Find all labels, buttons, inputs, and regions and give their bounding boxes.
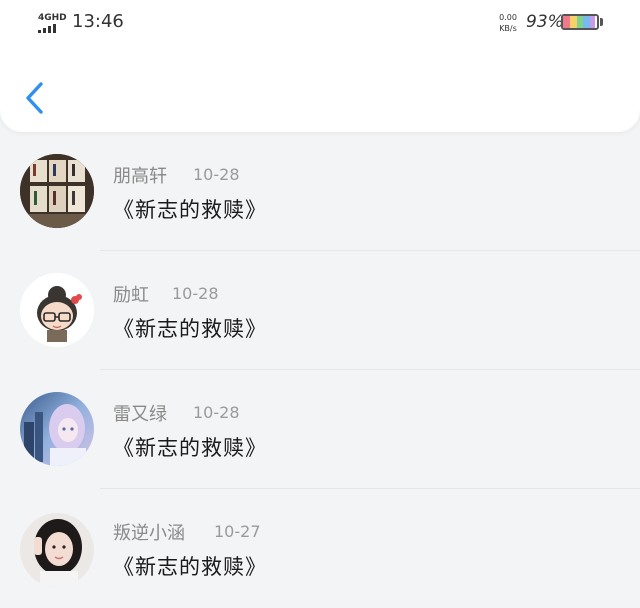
- anime-girl-avatar-image: [20, 392, 94, 466]
- back-button[interactable]: [22, 80, 50, 116]
- commenter-name[interactable]: 叛逆小涵: [113, 519, 185, 545]
- speed-value: 0.00: [499, 13, 517, 22]
- signal-icon: [38, 23, 68, 33]
- clock: 13:46: [72, 11, 124, 32]
- avatar[interactable]: [20, 154, 94, 228]
- comment-date: 10-27: [214, 522, 261, 541]
- comment-text: 《新志的救赎》: [113, 436, 267, 460]
- avatar[interactable]: [20, 513, 94, 587]
- status-bar: 4GHD 13:46 0.00 KB/s 93%: [0, 0, 640, 40]
- list-item[interactable]: 朋高轩 10-28 《新志的救赎》: [0, 132, 640, 251]
- comment-date: 10-28: [193, 165, 240, 184]
- girl-photo-avatar-image: [20, 513, 94, 587]
- comment-date: 10-28: [193, 403, 240, 422]
- chevron-left-icon: [26, 82, 43, 114]
- speed-unit: KB/s: [499, 24, 517, 33]
- avatar[interactable]: [20, 273, 94, 347]
- comment-date: 10-28: [172, 284, 219, 303]
- battery-percent: 93%: [526, 12, 564, 32]
- battery-icon: [561, 14, 599, 30]
- list-item[interactable]: 叛逆小涵 10-27 《新志的救赎》: [0, 489, 640, 608]
- battery-tip: [600, 18, 603, 26]
- commenter-name[interactable]: 雷又绿: [113, 400, 167, 426]
- network-speed: 0.00 KB/s: [493, 12, 523, 34]
- commenter-name[interactable]: 朋高轩: [113, 162, 167, 188]
- commenter-name[interactable]: 励虹: [113, 281, 149, 307]
- network-type: 4GHD: [38, 13, 67, 23]
- comment-text: 《新志的救赎》: [113, 555, 267, 579]
- top-header: 4GHD 13:46 0.00 KB/s 93%: [0, 0, 640, 132]
- comment-text: 《新志的救赎》: [113, 198, 267, 222]
- bookshelf-avatar-image: [20, 154, 94, 228]
- avatar[interactable]: [20, 392, 94, 466]
- comment-text: 《新志的救赎》: [113, 317, 267, 341]
- cartoon-girl-avatar-image: [20, 273, 94, 347]
- list-item[interactable]: 励虹 10-28 《新志的救赎》: [0, 251, 640, 370]
- list-item[interactable]: 雷又绿 10-28 《新志的救赎》: [0, 370, 640, 489]
